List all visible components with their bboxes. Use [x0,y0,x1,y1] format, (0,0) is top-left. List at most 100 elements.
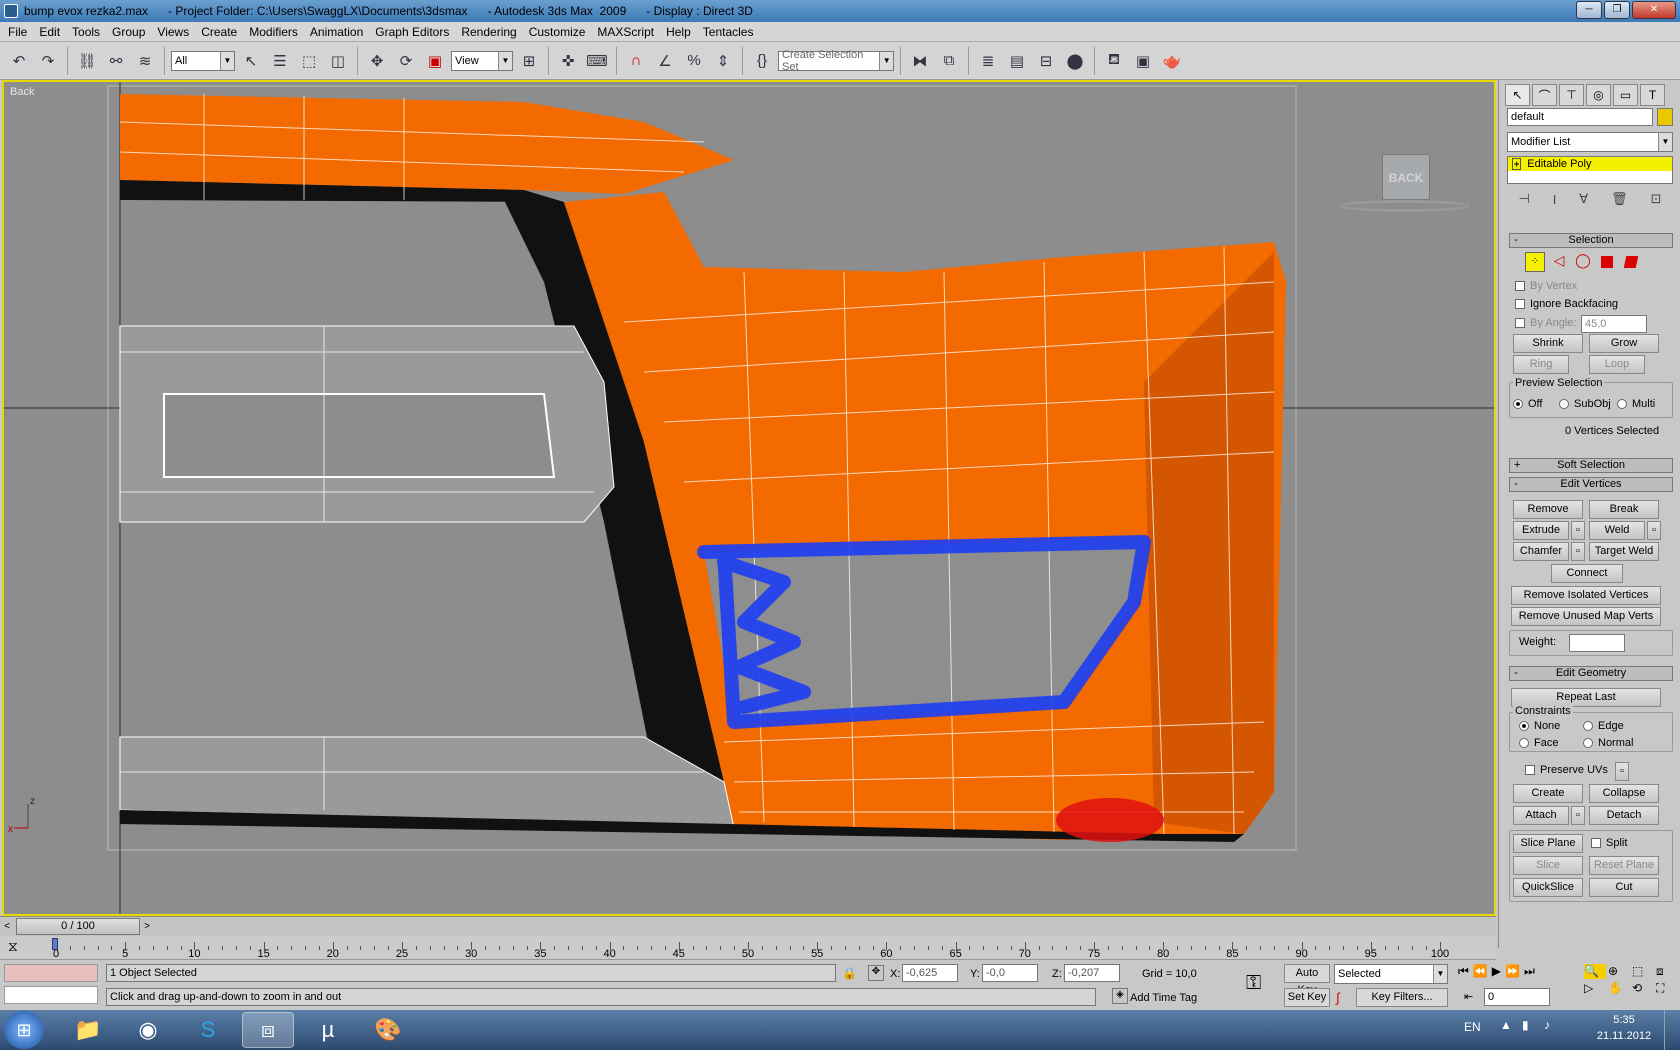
modifier-list-dropdown[interactable]: Modifier List ▼ [1507,132,1673,152]
detach-button[interactable]: Detach [1589,806,1659,825]
explorer-taskbar-icon[interactable]: 📁 [62,1012,114,1048]
rendered-frame-window-icon[interactable]: ▣ [1130,48,1156,74]
selection-filter-dropdown[interactable]: All ▼ [171,50,235,71]
menu-file[interactable]: File [4,25,35,39]
zoom-icon[interactable]: 🔍 [1584,964,1606,979]
border-mode-icon[interactable]: ◯ [1573,252,1593,272]
time-slider-handle[interactable]: 0 / 100 [16,918,140,935]
constraint-edge-radio[interactable]: Edge [1583,720,1624,732]
grow-button[interactable]: Grow [1589,334,1659,353]
orbit-icon[interactable]: ⟲ [1632,981,1654,996]
menu-help[interactable]: Help [662,25,699,39]
pin-stack-icon[interactable]: ⊣ [1518,191,1529,207]
make-unique-icon[interactable]: ∀ [1579,191,1588,207]
menu-modifiers[interactable]: Modifiers [245,25,306,39]
auto-key-button[interactable]: Auto Key [1284,964,1330,996]
undo-icon[interactable]: ↶ [6,48,32,74]
clock-time[interactable]: 5:35 [1598,1014,1650,1026]
maximize-button[interactable]: ❐ [1604,1,1630,19]
menu-create[interactable]: Create [197,25,245,39]
paint-taskbar-icon[interactable]: 🎨 [362,1012,414,1048]
chamfer-button[interactable]: Chamfer [1513,542,1569,561]
select-object-icon[interactable]: ↖ [238,48,264,74]
cut-button[interactable]: Cut [1589,878,1659,897]
remove-isolated-vertices-button[interactable]: Remove Isolated Vertices [1511,586,1661,605]
key-filters-button[interactable]: Key Filters... [1356,988,1448,1007]
target-weld-button[interactable]: Target Weld [1589,542,1659,561]
redo-icon[interactable]: ↷ [35,48,61,74]
menu-graph-editors[interactable]: Graph Editors [371,25,457,39]
chamfer-settings-icon[interactable]: ▫ [1571,542,1585,561]
time-slider-track[interactable]: 0 / 100 < > [0,916,1496,936]
back-viewport[interactable]: Back z x BACK [2,80,1496,916]
y-coordinate-field[interactable]: -0,0 [982,964,1038,982]
absolute-mode-icon[interactable]: ✥ [868,965,884,981]
menu-tentacles[interactable]: Tentacles [699,25,762,39]
menu-group[interactable]: Group [108,25,153,39]
play-icon[interactable]: ▶ [1492,964,1501,979]
key-mode-toggle-icon[interactable]: ⇤ [1464,990,1473,1003]
set-key-button[interactable]: Set Key [1284,988,1330,1007]
configure-modifier-sets-icon[interactable]: ⊡ [1651,191,1662,207]
time-tag-icon[interactable]: ◈ [1112,988,1128,1004]
edit-vertices-rollout-header[interactable]: - Edit Vertices [1509,477,1673,492]
add-time-tag[interactable]: Add Time Tag [1130,992,1197,1004]
reference-coordinate-dropdown[interactable]: View ▼ [451,50,513,71]
menu-customize[interactable]: Customize [525,25,594,39]
unlink-icon[interactable]: ⚯ [103,48,129,74]
extrude-button[interactable]: Extrude [1513,521,1569,540]
zoom-extents-icon[interactable]: ⬚ [1632,964,1654,979]
viewcube-compass-ring[interactable] [1340,200,1470,212]
vertex-mode-icon[interactable]: ⁘ [1525,252,1545,272]
menu-views[interactable]: Views [153,25,197,39]
minimize-button[interactable]: ─ [1576,1,1602,19]
x-coordinate-field[interactable]: -0,625 [902,964,958,982]
utilities-tab-icon[interactable]: T [1640,84,1665,106]
element-mode-icon[interactable] [1621,252,1641,272]
motion-tab-icon[interactable]: ◎ [1586,84,1611,106]
menu-tools[interactable]: Tools [68,25,108,39]
next-frame-icon[interactable]: ⏩ [1505,964,1520,979]
menu-maxscript[interactable]: MAXScript [593,25,662,39]
rotate-icon[interactable]: ⟳ [393,48,419,74]
start-button-icon[interactable]: ⊞ [4,1011,44,1049]
remove-modifier-icon[interactable]: 🗑 [1611,191,1628,207]
weld-settings-icon[interactable]: ▫ [1647,521,1661,540]
maximize-viewport-icon[interactable]: ⛶ [1656,981,1678,996]
go-to-end-icon[interactable]: ⏭ [1524,964,1535,979]
link-icon[interactable]: ⛓ [74,48,100,74]
remove-button[interactable]: Remove [1513,500,1583,519]
reset-plane-button[interactable]: Reset Plane [1589,856,1659,875]
preserve-uvs-settings-icon[interactable]: ▫ [1615,762,1629,781]
keyboard-shortcut-icon[interactable]: ⌨ [584,48,610,74]
go-to-start-icon[interactable]: ⏮ [1458,964,1469,979]
zoom-all-icon[interactable]: ⊕ [1608,964,1630,979]
spinner-snap-icon[interactable]: ⇕ [710,48,736,74]
next-frame-arrow-icon[interactable]: > [140,918,154,935]
create-tab-icon[interactable]: ↖ [1505,84,1530,106]
loop-button[interactable]: Loop [1589,355,1645,374]
skype-taskbar-icon[interactable]: S [182,1012,234,1048]
current-frame-field[interactable]: 0 [1484,988,1550,1006]
preview-off-radio[interactable]: Off [1513,398,1542,410]
zoom-extents-all-icon[interactable]: ⧈ [1656,964,1678,979]
polygon-mode-icon[interactable] [1597,252,1617,272]
layer-manager-icon[interactable]: ≣ [975,48,1001,74]
by-angle-spinner[interactable]: 45,0 [1581,315,1647,333]
attach-button[interactable]: Attach [1513,806,1569,825]
show-desktop-button[interactable] [1664,1010,1680,1050]
edit-geometry-rollout-header[interactable]: - Edit Geometry [1509,666,1673,681]
mirror-icon[interactable]: ⧓ [907,48,933,74]
schematic-view-icon[interactable]: ⊟ [1033,48,1059,74]
pivot-center-icon[interactable]: ⊞ [516,48,542,74]
maxscript-listener-mini[interactable] [4,964,98,982]
select-by-name-icon[interactable]: ☰ [267,48,293,74]
language-indicator[interactable]: EN [1464,1020,1481,1034]
preview-subobj-radio[interactable]: SubObj [1559,398,1611,410]
edit-named-selection-icon[interactable]: {} [749,48,775,74]
lock-selection-icon[interactable]: 🔒 [842,966,857,980]
render-production-icon[interactable]: 🫖 [1159,48,1185,74]
remove-unused-map-verts-button[interactable]: Remove Unused Map Verts [1511,607,1661,626]
key-filter-curve-icon[interactable]: ∫ [1336,990,1340,1005]
attach-settings-icon[interactable]: ▫ [1571,806,1585,825]
